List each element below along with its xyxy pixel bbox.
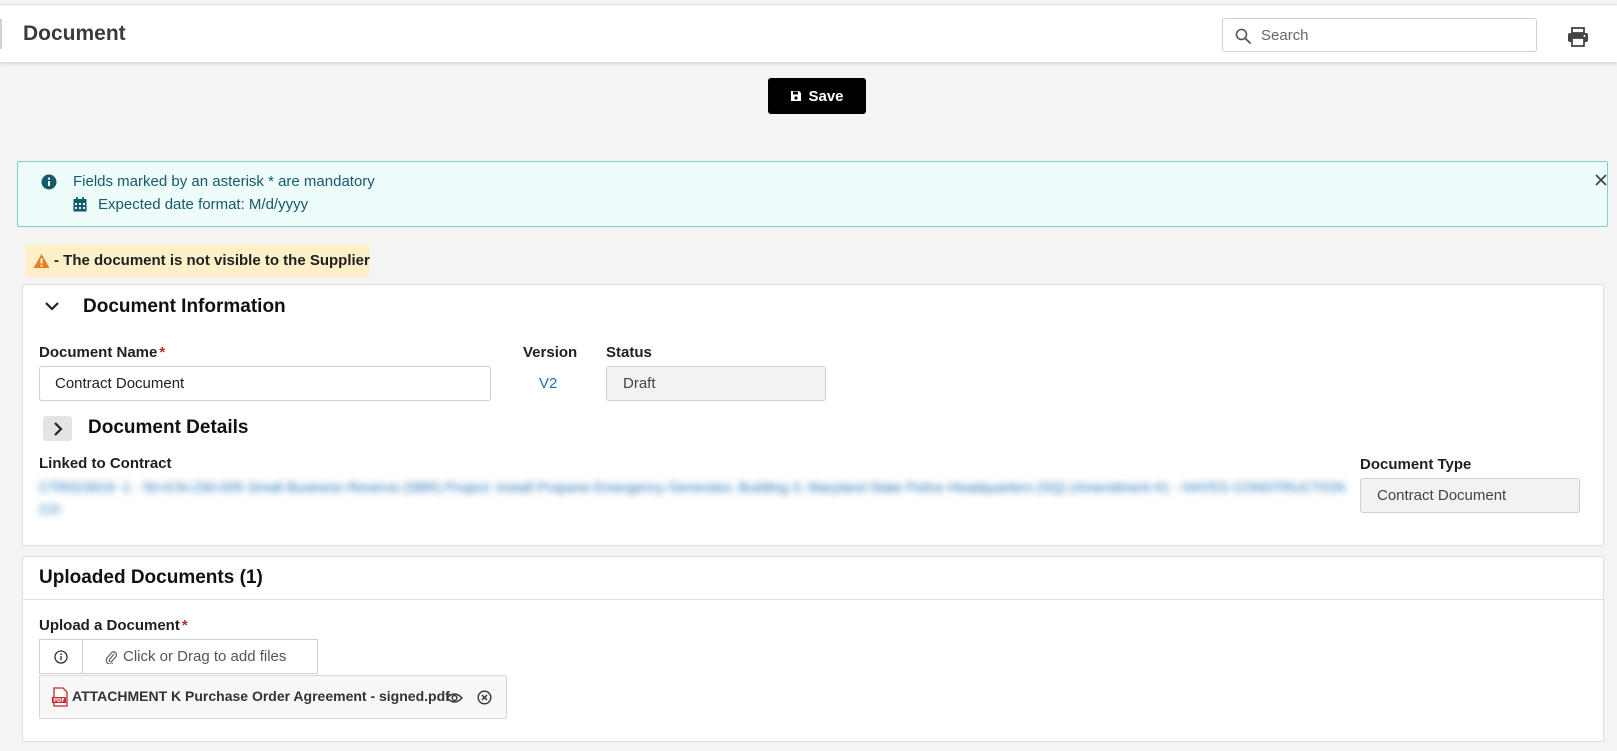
- pdf-file-icon: PDF: [52, 687, 68, 707]
- required-asterisk: *: [181, 617, 188, 634]
- calendar-icon: [73, 197, 87, 212]
- visibility-warning-text: - The document is not visible to the Sup…: [54, 252, 370, 269]
- document-information-title: Document Information: [83, 296, 286, 317]
- chevron-right-icon: [53, 421, 63, 436]
- document-name-label: Document Name *: [39, 344, 165, 361]
- save-button-label: Save: [808, 87, 844, 105]
- info-circle-icon: [41, 174, 57, 190]
- document-type-label: Document Type: [1360, 456, 1472, 473]
- uploaded-documents-title: Uploaded Documents (1): [39, 567, 263, 588]
- document-details-title: Document Details: [88, 417, 249, 438]
- required-asterisk: *: [159, 344, 166, 361]
- document-type-field: Contract Document: [1360, 478, 1580, 513]
- document-information-card: Document Information Document Name* Vers…: [22, 284, 1604, 546]
- eye-icon[interactable]: [446, 691, 463, 705]
- uploaded-documents-card: Uploaded Documents (1) Upload a Document…: [22, 556, 1604, 742]
- document-details-toggle[interactable]: [43, 416, 72, 441]
- remove-circle-icon[interactable]: [477, 690, 492, 705]
- info-banner: Fields marked by an asterisk * are manda…: [17, 161, 1608, 227]
- svg-text:PDF: PDF: [53, 698, 64, 704]
- paperclip-icon: [105, 650, 117, 664]
- date-format-note: Expected date format: M/d/yyyy: [98, 196, 309, 213]
- save-button[interactable]: Save: [768, 78, 866, 114]
- status-field: Draft: [606, 366, 826, 401]
- close-icon[interactable]: [1594, 173, 1608, 187]
- search-box[interactable]: [1222, 18, 1537, 52]
- uploaded-file-name[interactable]: ATTACHMENT K Purchase Order Agreement - …: [72, 688, 450, 704]
- status-label: Status: [606, 344, 652, 361]
- document-name-input[interactable]: [39, 366, 491, 401]
- file-dropzone[interactable]: Click or Drag to add files: [82, 639, 318, 674]
- search-icon: [1235, 28, 1251, 44]
- printer-icon[interactable]: [1567, 27, 1589, 47]
- linked-contract-link[interactable]: CTR023919 -1 - 50-ICN-230-005 Small Busi…: [39, 476, 1369, 520]
- visibility-warning-badge: - The document is not visible to the Sup…: [25, 244, 370, 277]
- version-link[interactable]: V2: [539, 375, 557, 392]
- upload-document-label-text: Upload a Document: [39, 617, 180, 634]
- top-bar: Document: [0, 4, 1617, 62]
- warning-triangle-icon: [33, 253, 50, 268]
- section-divider: [23, 599, 1603, 600]
- version-label: Version: [523, 344, 578, 361]
- linked-contract-label: Linked to Contract: [39, 455, 172, 472]
- upload-info-button[interactable]: [39, 639, 82, 674]
- dropzone-text: Click or Drag to add files: [123, 648, 287, 665]
- mandatory-fields-note: Fields marked by an asterisk * are manda…: [73, 173, 375, 190]
- chevron-down-icon[interactable]: [43, 299, 61, 313]
- left-edge-marker: [0, 19, 2, 49]
- document-name-label-text: Document Name: [39, 344, 158, 361]
- uploaded-file-item: PDF ATTACHMENT K Purchase Order Agreemen…: [39, 675, 507, 719]
- upload-document-label: Upload a Document *: [39, 617, 188, 634]
- floppy-disk-icon: [791, 91, 802, 101]
- page-title: Document: [23, 22, 126, 45]
- info-circle-icon: [54, 649, 68, 664]
- search-input[interactable]: [1261, 24, 1526, 46]
